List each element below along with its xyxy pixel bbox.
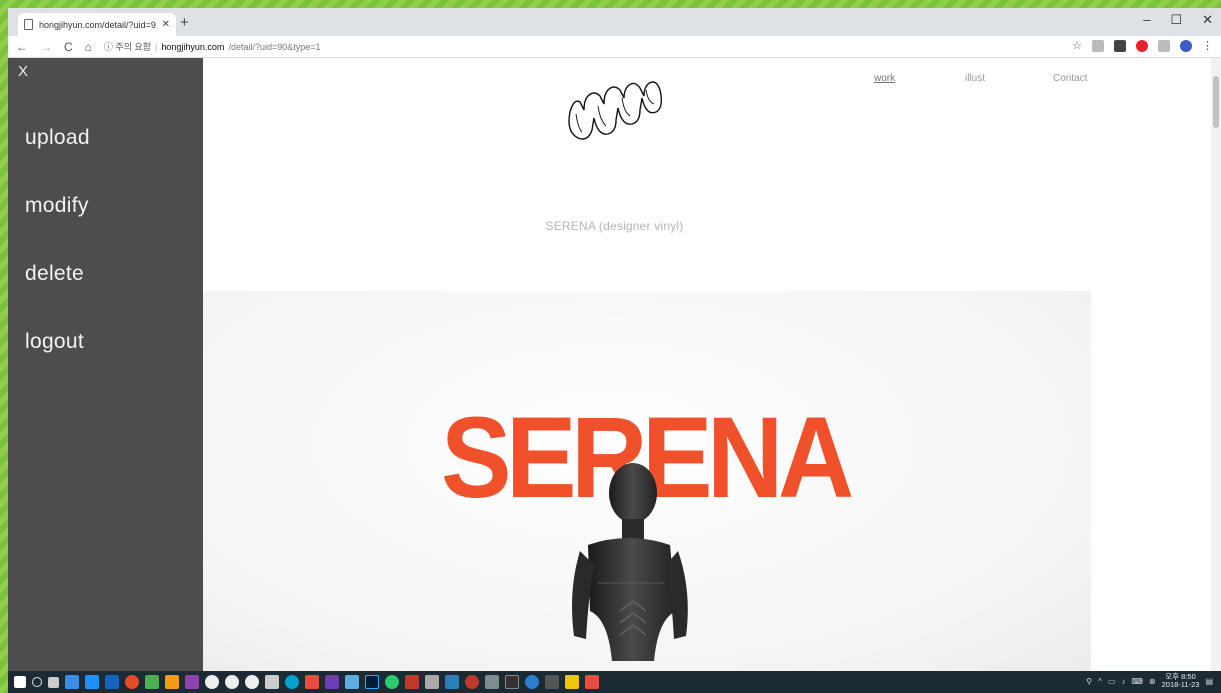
visual-studio-icon[interactable] [185,675,199,689]
app-icon[interactable] [145,675,159,689]
sidebar-item-modify[interactable]: modify [25,194,89,218]
internet-explorer-icon[interactable] [105,675,119,689]
admin-sidebar: X upload modify delete logout [8,58,203,671]
forward-icon[interactable]: → [40,40,52,54]
page-icon [24,19,33,30]
app-icon[interactable] [445,675,459,689]
unreal-engine-icon[interactable] [225,675,239,689]
site-logo[interactable] [560,72,670,147]
bookmark-star-icon[interactable]: ☆ [1072,39,1082,52]
menu-kebab-icon[interactable]: ⋮ [1202,39,1213,52]
browser-toolbar: ← → C ⌂ ⓘ 주의 요함 | hongjihyun.com/detail/… [8,36,1221,58]
vinyl-figure-image [572,463,688,661]
profile-avatar[interactable] [1180,39,1192,52]
edge-icon[interactable] [85,675,99,689]
app-icon[interactable] [465,675,479,689]
tab-strip: hongjihyun.com/detail/?uid=90... ✕ + – ☐… [8,8,1221,36]
epic-games-icon[interactable] [505,675,519,689]
close-window-button[interactable]: ✕ [1202,12,1213,28]
glasses-extension-icon[interactable] [1114,39,1126,52]
opera-extension-icon[interactable] [1136,39,1148,52]
chrome-icon[interactable] [125,675,139,689]
volume-icon[interactable]: ♪ [1121,677,1125,686]
reload-icon[interactable]: C [64,40,73,54]
nav-illust-link[interactable]: illust [965,73,1053,84]
tab-title: hongjihyun.com/detail/?uid=90... [39,19,156,30]
network-icon[interactable]: ▭ [1108,677,1116,686]
task-view-icon[interactable] [48,676,59,688]
nav-contact-link[interactable]: Contact [1053,73,1087,84]
url-path: /detail/?uid=90&type=1 [228,41,321,52]
windows-taskbar: ⚲ ^ ▭ ♪ ⌨ ⊗ 오후 8:50 2018-11-23 ▤ [8,671,1221,693]
blender-icon[interactable] [165,675,179,689]
maximize-button[interactable]: ☐ [1170,12,1182,28]
window-controls: – ☐ ✕ [1143,12,1213,28]
app-icon[interactable] [385,675,399,689]
home-icon[interactable]: ⌂ [85,40,92,54]
site-nav: work illust Contact [874,73,1087,84]
app-icon[interactable] [285,675,299,689]
photoshop-icon[interactable] [365,675,379,689]
sidebar-close-button[interactable]: X [18,63,28,80]
url-host: hongjihyun.com [161,41,225,52]
clock-date: 2018-11-23 [1161,680,1200,690]
app-icon[interactable] [485,675,499,689]
sidebar-item-upload[interactable]: upload [25,126,90,150]
people-icon[interactable]: ⚲ [1086,677,1092,686]
app-icon[interactable] [425,675,439,689]
file-explorer-icon[interactable] [65,675,79,689]
browser-tab[interactable]: hongjihyun.com/detail/?uid=90... ✕ [18,13,176,36]
browser-window: hongjihyun.com/detail/?uid=90... ✕ + – ☐… [8,8,1221,671]
sidebar-item-logout[interactable]: logout [25,330,84,354]
app-icon[interactable] [545,675,559,689]
security-warning[interactable]: ⓘ 주의 요함 [104,40,151,53]
app-icon[interactable] [525,675,539,689]
ime-icon[interactable]: ⊗ [1149,677,1156,686]
start-windows-icon[interactable] [14,676,26,688]
unreal-engine-icon[interactable] [245,675,259,689]
keyboard-icon[interactable]: ⌨ [1131,677,1143,686]
address-bar[interactable]: ⓘ 주의 요함 | hongjihyun.com/detail/?uid=90&… [104,40,321,53]
extension-icons: ☆ ⋮ [1072,39,1213,52]
minimize-button[interactable]: – [1143,12,1150,28]
system-tray: ⚲ ^ ▭ ♪ ⌨ ⊗ 오후 8:50 2018-11-23 ▤ [1086,672,1213,690]
app-icon[interactable] [585,675,599,689]
tab-close-icon[interactable]: ✕ [162,19,170,30]
app-icon[interactable] [325,675,339,689]
scrollbar-thumb[interactable] [1213,76,1219,128]
app-icon[interactable] [305,675,319,689]
app-icon[interactable] [345,675,359,689]
new-tab-button[interactable]: + [180,14,189,31]
page-scrollbar[interactable] [1211,58,1221,671]
web-page: work illust Contact SERENA (designer vin… [8,58,1221,671]
separator: | [155,41,158,52]
search-icon[interactable] [32,677,42,687]
extension-icon[interactable] [1158,39,1170,52]
unreal-engine-icon[interactable] [205,675,219,689]
app-icon[interactable] [265,675,279,689]
extension-icon[interactable] [1092,39,1104,52]
notification-icon[interactable]: ▤ [1205,677,1213,686]
filezilla-icon[interactable] [405,675,419,689]
nav-work-link[interactable]: work [874,73,965,84]
back-icon[interactable]: ← [16,40,28,54]
kakaotalk-icon[interactable] [565,675,579,689]
taskbar-clock[interactable]: 오후 8:50 2018-11-23 [1161,672,1200,690]
tray-chevron-icon[interactable]: ^ [1098,677,1102,686]
hero-image: SERENA [138,291,1091,671]
sidebar-item-delete[interactable]: delete [25,262,84,286]
